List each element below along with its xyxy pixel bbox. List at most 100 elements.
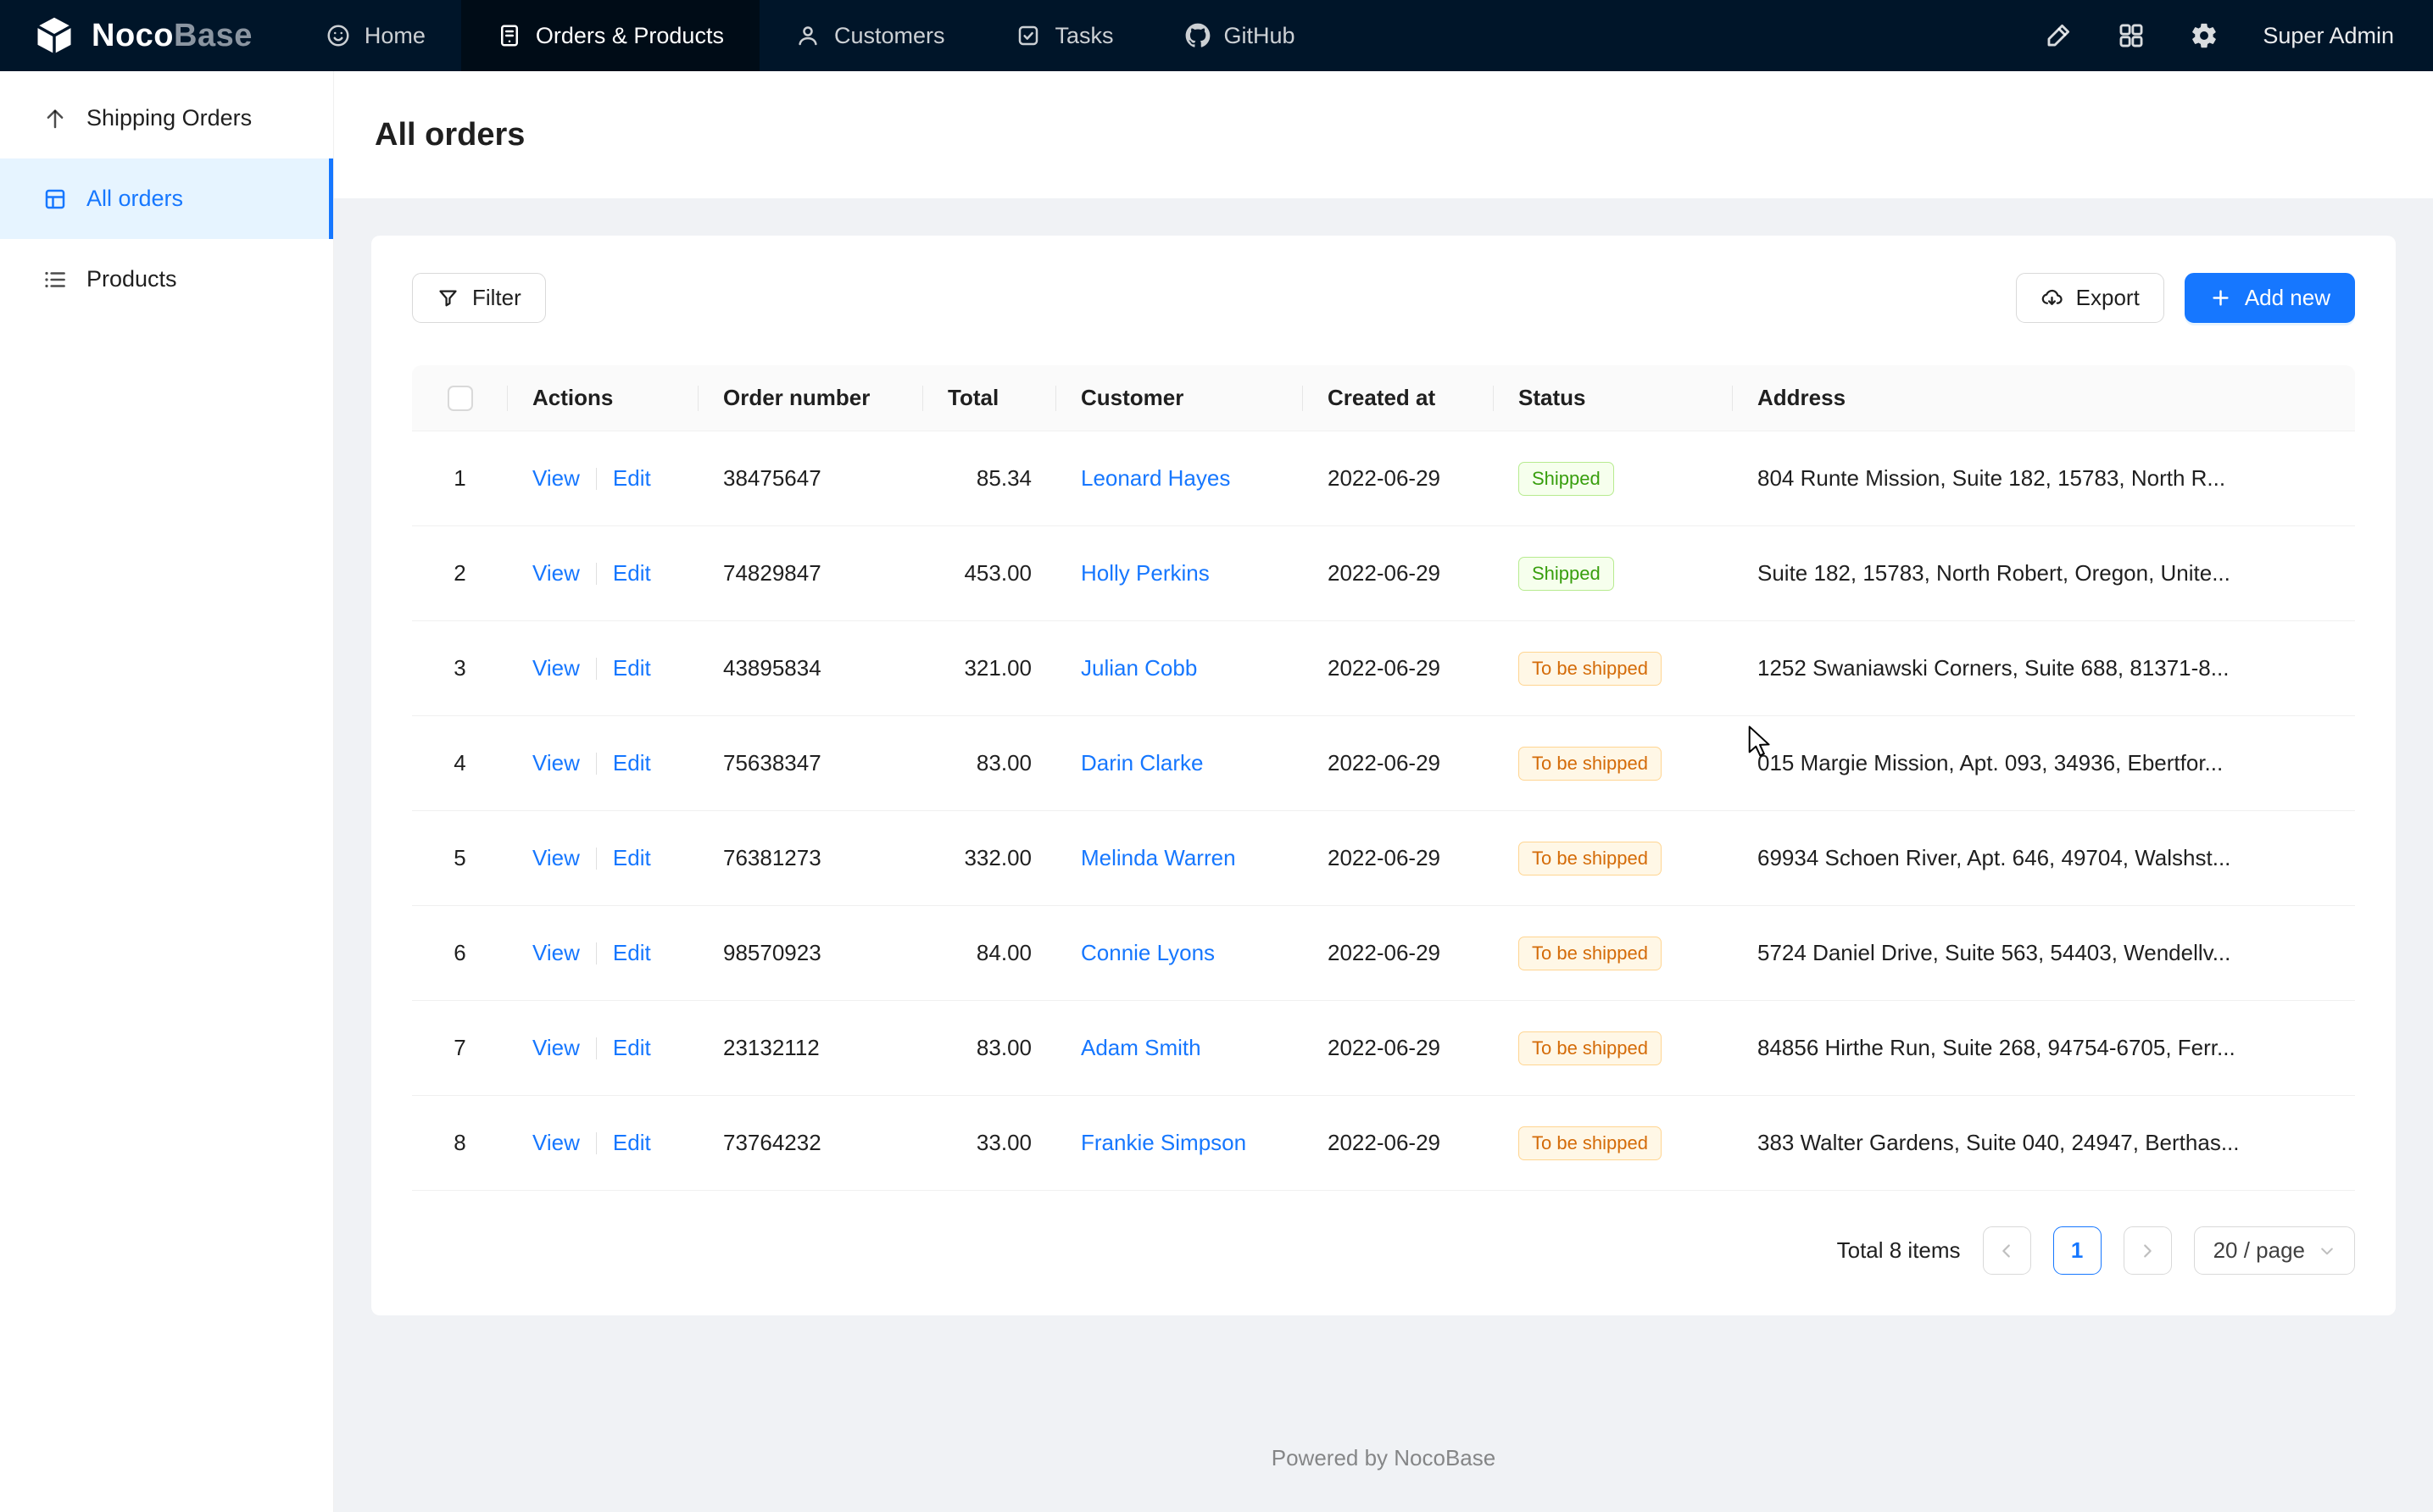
add-new-button[interactable]: Add new — [2185, 273, 2355, 323]
nav-item-label: Tasks — [1055, 23, 1113, 49]
column-header-customer: Customer — [1056, 385, 1303, 411]
top-navbar: NocoBase Home Orders & Products Customer… — [0, 0, 2433, 71]
row-actions: View Edit — [508, 845, 699, 871]
edit-link[interactable]: Edit — [613, 560, 651, 586]
view-link[interactable]: View — [532, 1035, 580, 1061]
nocobase-logo[interactable]: NocoBase — [0, 0, 290, 71]
column-header-total: Total — [923, 385, 1056, 411]
total-cell: 33.00 — [923, 1130, 1056, 1156]
total-cell: 83.00 — [923, 750, 1056, 776]
order-number-cell: 98570923 — [699, 940, 923, 966]
plus-icon — [2209, 286, 2232, 309]
view-link[interactable]: View — [532, 940, 580, 966]
main-navigation: Home Orders & Products Customers Tasks G… — [290, 0, 1331, 71]
table-toolbar: Filter Export — [412, 273, 2355, 323]
table-row: 2 View Edit 74829847 453.00 Holly Perkin… — [412, 526, 2355, 621]
address-cell: 5724 Daniel Drive, Suite 563, 54403, Wen… — [1733, 940, 2355, 966]
page-size-value: 20 / page — [2213, 1237, 2305, 1264]
view-link[interactable]: View — [532, 750, 580, 776]
action-divider — [596, 1132, 597, 1154]
status-badge: Shipped — [1518, 557, 1614, 591]
nav-item-label: Orders & Products — [536, 23, 724, 49]
plugin-blocks-icon[interactable] — [2117, 21, 2146, 50]
customer-link[interactable]: Connie Lyons — [1081, 940, 1215, 965]
sidebar-item-products[interactable]: Products — [0, 239, 333, 320]
view-link[interactable]: View — [532, 845, 580, 871]
customer-link[interactable]: Julian Cobb — [1081, 655, 1197, 681]
row-actions: View Edit — [508, 940, 699, 966]
row-index: 5 — [412, 845, 508, 871]
chevron-down-icon — [2319, 1242, 2336, 1259]
edit-link[interactable]: Edit — [613, 940, 651, 966]
customer-cell: Connie Lyons — [1056, 940, 1303, 966]
row-index: 1 — [412, 465, 508, 492]
status-cell: To be shipped — [1494, 652, 1733, 686]
export-button[interactable]: Export — [2016, 273, 2164, 323]
select-all-checkbox[interactable] — [448, 386, 473, 411]
view-link[interactable]: View — [532, 655, 580, 681]
design-mode-pen-icon[interactable] — [2044, 21, 2073, 50]
list-icon — [42, 267, 68, 292]
user-menu[interactable]: Super Admin — [2263, 23, 2394, 49]
sidebar-item-all-orders[interactable]: All orders — [0, 158, 333, 239]
order-number-cell: 43895834 — [699, 655, 923, 681]
nav-item-home[interactable]: Home — [290, 0, 461, 71]
powered-by-text: Powered by NocoBase — [1272, 1445, 1495, 1470]
row-actions: View Edit — [508, 1130, 699, 1156]
created-at-cell: 2022-06-29 — [1303, 940, 1494, 966]
column-header-select — [412, 386, 508, 411]
order-number-cell: 76381273 — [699, 845, 923, 871]
row-index: 7 — [412, 1035, 508, 1061]
view-link[interactable]: View — [532, 560, 580, 586]
table-row: 6 View Edit 98570923 84.00 Connie Lyons … — [412, 906, 2355, 1001]
customer-cell: Melinda Warren — [1056, 845, 1303, 871]
nav-item-tasks[interactable]: Tasks — [980, 0, 1149, 71]
row-actions: View Edit — [508, 560, 699, 586]
edit-link[interactable]: Edit — [613, 750, 651, 776]
nav-item-orders-products[interactable]: Orders & Products — [461, 0, 760, 71]
sidebar-item-shipping-orders[interactable]: Shipping Orders — [0, 78, 333, 158]
customer-link[interactable]: Leonard Hayes — [1081, 465, 1230, 491]
status-badge: Shipped — [1518, 462, 1614, 496]
sidebar-item-label: Shipping Orders — [86, 105, 252, 131]
edit-link[interactable]: Edit — [613, 1035, 651, 1061]
edit-link[interactable]: Edit — [613, 655, 651, 681]
edit-link[interactable]: Edit — [613, 1130, 651, 1156]
nav-item-github[interactable]: GitHub — [1150, 0, 1331, 71]
tasks-icon — [1016, 23, 1041, 48]
total-cell: 332.00 — [923, 845, 1056, 871]
customer-link[interactable]: Melinda Warren — [1081, 845, 1236, 870]
order-number-cell: 74829847 — [699, 560, 923, 586]
customer-link[interactable]: Holly Perkins — [1081, 560, 1210, 586]
logo-text-secondary: Base — [174, 18, 253, 53]
view-link[interactable]: View — [532, 1130, 580, 1156]
customer-link[interactable]: Adam Smith — [1081, 1035, 1201, 1060]
customer-cell: Julian Cobb — [1056, 655, 1303, 681]
view-link[interactable]: View — [532, 465, 580, 492]
status-badge: To be shipped — [1518, 937, 1662, 970]
next-page-button[interactable] — [2124, 1226, 2172, 1275]
page-1-button[interactable]: 1 — [2053, 1226, 2102, 1275]
created-at-cell: 2022-06-29 — [1303, 845, 1494, 871]
table-row: 4 View Edit 75638347 83.00 Darin Clarke … — [412, 716, 2355, 811]
chevron-right-icon — [2138, 1242, 2157, 1260]
customer-link[interactable]: Darin Clarke — [1081, 750, 1204, 775]
address-cell: 383 Walter Gardens, Suite 040, 24947, Be… — [1733, 1130, 2355, 1156]
customer-link[interactable]: Frankie Simpson — [1081, 1130, 1246, 1155]
edit-link[interactable]: Edit — [613, 845, 651, 871]
edit-link[interactable]: Edit — [613, 465, 651, 492]
page-title: All orders — [375, 117, 525, 153]
column-header-order-number: Order number — [699, 385, 923, 411]
prev-page-button[interactable] — [1983, 1226, 2031, 1275]
filter-button[interactable]: Filter — [412, 273, 546, 323]
page-size-select[interactable]: 20 / page — [2194, 1226, 2355, 1275]
customer-cell: Holly Perkins — [1056, 560, 1303, 586]
table-body: 1 View Edit 38475647 85.34 Leonard Hayes… — [412, 431, 2355, 1191]
nav-item-customers[interactable]: Customers — [760, 0, 981, 71]
settings-gear-icon[interactable] — [2190, 21, 2219, 50]
table-row: 1 View Edit 38475647 85.34 Leonard Hayes… — [412, 431, 2355, 526]
row-actions: View Edit — [508, 1035, 699, 1061]
customer-cell: Adam Smith — [1056, 1035, 1303, 1061]
orders-icon — [497, 23, 522, 48]
customer-cell: Leonard Hayes — [1056, 465, 1303, 492]
